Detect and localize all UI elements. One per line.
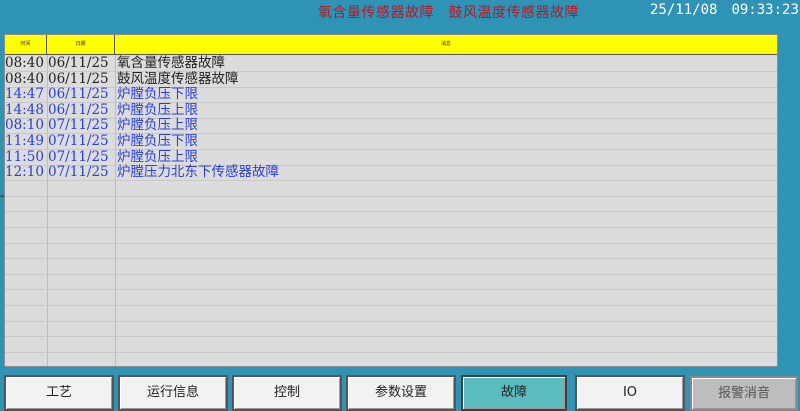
- table-header: 时间 日期 消息: [5, 35, 777, 55]
- time-cell: 11:50: [5, 148, 44, 165]
- nav-button[interactable]: 控制: [232, 375, 342, 411]
- table-row[interactable]: 14:48 06/11/25 炉膛负压上限: [5, 102, 777, 118]
- table-row[interactable]: 11:50 07/11/25 炉膛负压上限: [5, 149, 777, 165]
- time-cell: 08:10: [5, 117, 44, 134]
- grid-line: [5, 211, 777, 213]
- grid-line: [5, 320, 777, 322]
- column-header-time[interactable]: 时间: [5, 35, 47, 54]
- table-row[interactable]: 11:49 07/11/25 炉膛负压下限: [5, 133, 777, 149]
- column-header-date[interactable]: 日期: [47, 35, 115, 54]
- time-display: 09:33:23: [731, 2, 799, 18]
- date-cell: 07/11/25: [48, 133, 109, 149]
- nav-button[interactable]: 报警消音: [690, 376, 798, 411]
- grid-line: [5, 273, 777, 275]
- message-cell: 炉膛压力北东下传感器故障: [117, 164, 279, 181]
- date-cell: 06/11/25: [48, 70, 109, 87]
- nav-button[interactable]: 工艺: [4, 375, 114, 411]
- grid-line: [5, 336, 777, 338]
- message-cell: 炉膛负压上限: [117, 148, 198, 165]
- nav-button[interactable]: 运行信息: [118, 375, 228, 411]
- message-cell: 炉膛负压下限: [117, 133, 198, 149]
- message-cell: 炉膛负压下限: [117, 86, 198, 103]
- top-bar: 氧含量传感器故障 鼓风温度传感器故障 25/11/08 09:33:23: [0, 0, 800, 26]
- grid-line: [5, 227, 777, 228]
- time-cell: 08:40: [5, 70, 44, 87]
- time-cell: 14:47: [5, 86, 44, 103]
- alarm-log-table: 时间 日期 消息 08:40 06/11/25 氧含量传感器故障 08:40 06/11…: [4, 34, 778, 367]
- grid-line: [5, 258, 777, 260]
- table-row[interactable]: 08:10 07/11/25 炉膛负压上限: [5, 117, 777, 133]
- grid-line: [5, 180, 777, 182]
- time-cell: 11:49: [5, 133, 44, 149]
- grid-line: [5, 305, 777, 306]
- clock: 25/11/08 09:33:23: [650, 2, 800, 18]
- table-row[interactable]: 14:47 06/11/25 炉膛负压下限: [5, 86, 777, 102]
- message-cell: 炉膛负压上限: [117, 117, 198, 134]
- table-row[interactable]: 08:40 06/11/25 氧含量传感器故障: [5, 55, 777, 71]
- message-cell: 氧含量传感器故障: [117, 55, 225, 71]
- grid-line: [5, 289, 777, 291]
- grid-line: [5, 242, 777, 244]
- active-alarm-text: 氧含量传感器故障 鼓风温度传感器故障: [318, 5, 579, 21]
- nav-button[interactable]: 参数设置: [346, 375, 456, 411]
- nav-button[interactable]: 故障: [461, 375, 567, 411]
- message-cell: 炉膛负压上限: [117, 101, 198, 118]
- time-cell: 12:10: [5, 164, 44, 181]
- grid-line: [5, 195, 777, 197]
- time-cell: 14:48: [5, 101, 44, 118]
- date-cell: 06/11/25: [48, 101, 109, 118]
- table-row[interactable]: 12:10 07/11/25 炉膛压力北东下传感器故障: [5, 164, 777, 180]
- date-cell: 07/11/25: [48, 164, 109, 181]
- date-display: 25/11/08: [650, 2, 718, 18]
- navigation-bar: 工艺 运行信息 控制 参数设置 故障 IO 报警消音: [0, 372, 800, 411]
- message-cell: 鼓风温度传感器故障: [117, 70, 239, 87]
- date-cell: 06/11/25: [48, 55, 109, 71]
- column-header-message[interactable]: 消息: [115, 35, 777, 54]
- nav-button[interactable]: IO: [575, 375, 685, 411]
- grid-line: [5, 351, 777, 353]
- date-cell: 07/11/25: [48, 117, 109, 134]
- date-cell: 07/11/25: [48, 148, 109, 165]
- table-row[interactable]: 08:40 06/11/25 鼓风温度传感器故障: [5, 71, 777, 87]
- date-cell: 06/11/25: [48, 86, 109, 103]
- time-cell: 08:40: [5, 55, 44, 71]
